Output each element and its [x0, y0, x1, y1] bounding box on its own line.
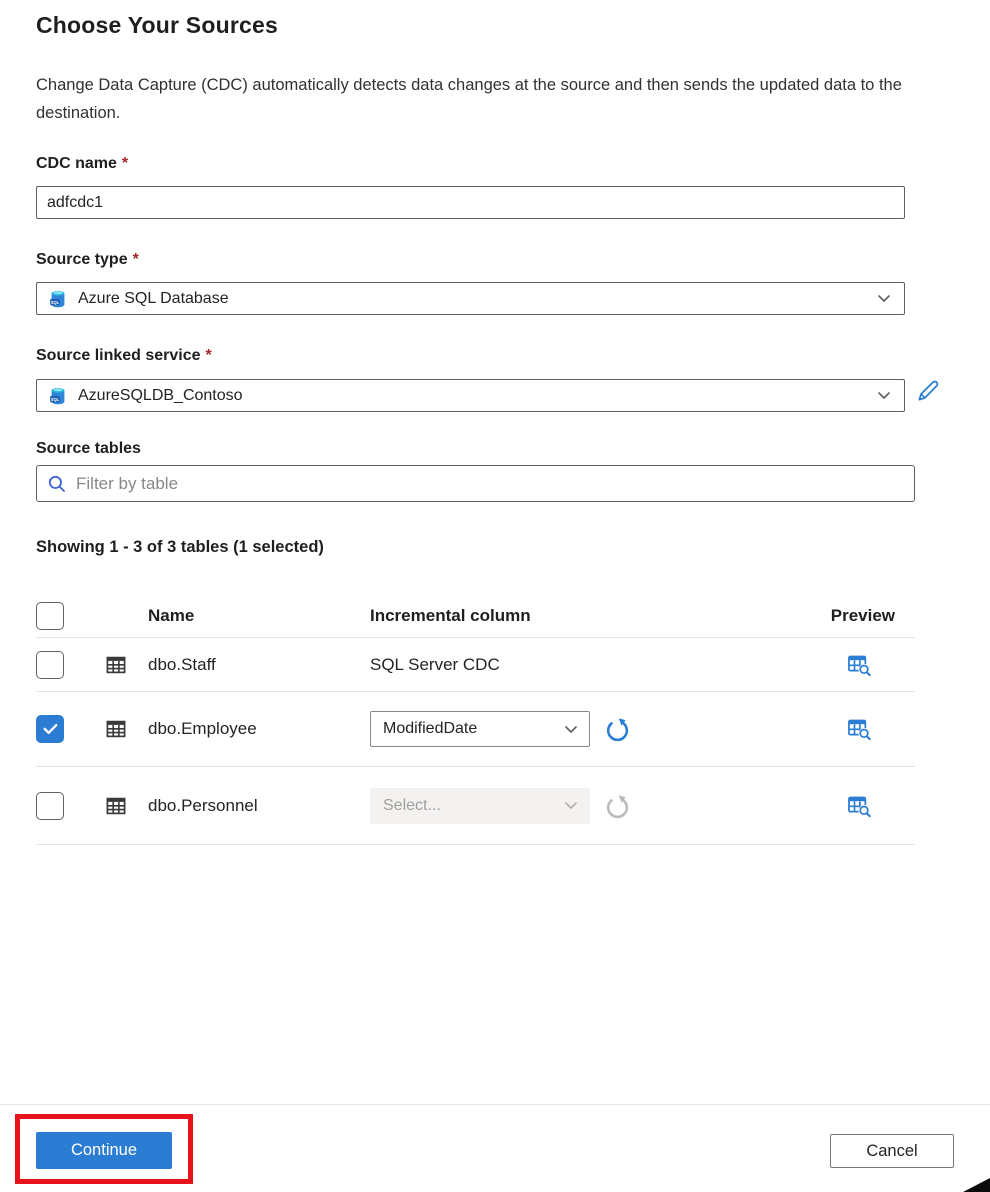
incremental-column-value: SQL Server CDC: [370, 655, 670, 675]
table-row: dbo.Staff SQL Server CDC: [36, 638, 915, 692]
page-title: Choose Your Sources: [36, 12, 278, 39]
required-asterisk: *: [133, 251, 139, 268]
incremental-column-value: ModifiedDate: [383, 720, 565, 738]
chevron-down-icon: [878, 392, 890, 399]
preview-table-icon[interactable]: [847, 717, 871, 741]
source-tables-label: Source tables: [36, 440, 141, 458]
azure-sql-database-icon: [49, 387, 67, 405]
source-type-dropdown[interactable]: Azure SQL Database: [36, 282, 905, 315]
results-summary: Showing 1 - 3 of 3 tables (1 selected): [36, 538, 324, 557]
row-checkbox[interactable]: [36, 651, 64, 679]
column-header-preview: Preview: [670, 606, 915, 626]
source-type-label-text: Source type: [36, 251, 128, 268]
refresh-icon[interactable]: [603, 715, 631, 743]
search-icon: [47, 474, 67, 494]
cdc-name-label-text: CDC name: [36, 155, 117, 172]
required-asterisk: *: [206, 347, 212, 364]
table-grid-icon: [66, 654, 148, 676]
source-tables-list: Name Incremental column Preview dbo.Staf…: [36, 595, 915, 845]
source-linked-service-label: Source linked service *: [36, 347, 212, 365]
cancel-button[interactable]: Cancel: [830, 1134, 954, 1168]
source-tables-label-text: Source tables: [36, 440, 141, 457]
incremental-column-value: Select...: [383, 797, 565, 815]
source-linked-service-dropdown[interactable]: AzureSQLDB_Contoso: [36, 379, 905, 412]
table-filter-input[interactable]: [76, 474, 904, 494]
select-all-checkbox[interactable]: [36, 602, 64, 630]
table-grid-icon: [66, 795, 148, 817]
source-type-label: Source type *: [36, 251, 139, 269]
refresh-icon: [603, 792, 631, 820]
table-header-row: Name Incremental column Preview: [36, 595, 915, 638]
column-header-incremental: Incremental column: [370, 606, 670, 626]
table-name: dbo.Employee: [148, 719, 370, 739]
preview-table-icon[interactable]: [847, 653, 871, 677]
edit-pencil-icon[interactable]: [915, 377, 942, 404]
cdc-name-input[interactable]: [36, 186, 905, 219]
row-checkbox[interactable]: [36, 715, 64, 743]
table-row: dbo.Employee ModifiedDate: [36, 692, 915, 767]
source-linked-service-value: AzureSQLDB_Contoso: [78, 387, 878, 405]
checkmark-icon: [43, 723, 58, 735]
column-header-name: Name: [148, 606, 370, 626]
table-grid-icon: [66, 718, 148, 740]
incremental-column-dropdown-disabled: Select...: [370, 788, 590, 824]
chevron-down-icon: [565, 726, 577, 733]
incremental-column-dropdown[interactable]: ModifiedDate: [370, 711, 590, 747]
source-type-value: Azure SQL Database: [78, 290, 878, 308]
row-checkbox[interactable]: [36, 792, 64, 820]
page-description: Change Data Capture (CDC) automatically …: [36, 72, 918, 127]
table-name: dbo.Staff: [148, 655, 370, 675]
azure-sql-database-icon: [49, 290, 67, 308]
table-row: dbo.Personnel Select...: [36, 767, 915, 845]
table-filter-box[interactable]: [36, 465, 915, 502]
mouse-cursor-artifact: [963, 1178, 990, 1192]
chevron-down-icon: [565, 802, 577, 809]
table-name: dbo.Personnel: [148, 796, 370, 816]
chevron-down-icon: [878, 295, 890, 302]
required-asterisk: *: [122, 155, 128, 172]
source-linked-service-label-text: Source linked service: [36, 347, 201, 364]
continue-button[interactable]: Continue: [36, 1132, 172, 1169]
cdc-name-label: CDC name *: [36, 155, 128, 173]
footer-divider: [0, 1104, 990, 1105]
preview-table-icon[interactable]: [847, 794, 871, 818]
